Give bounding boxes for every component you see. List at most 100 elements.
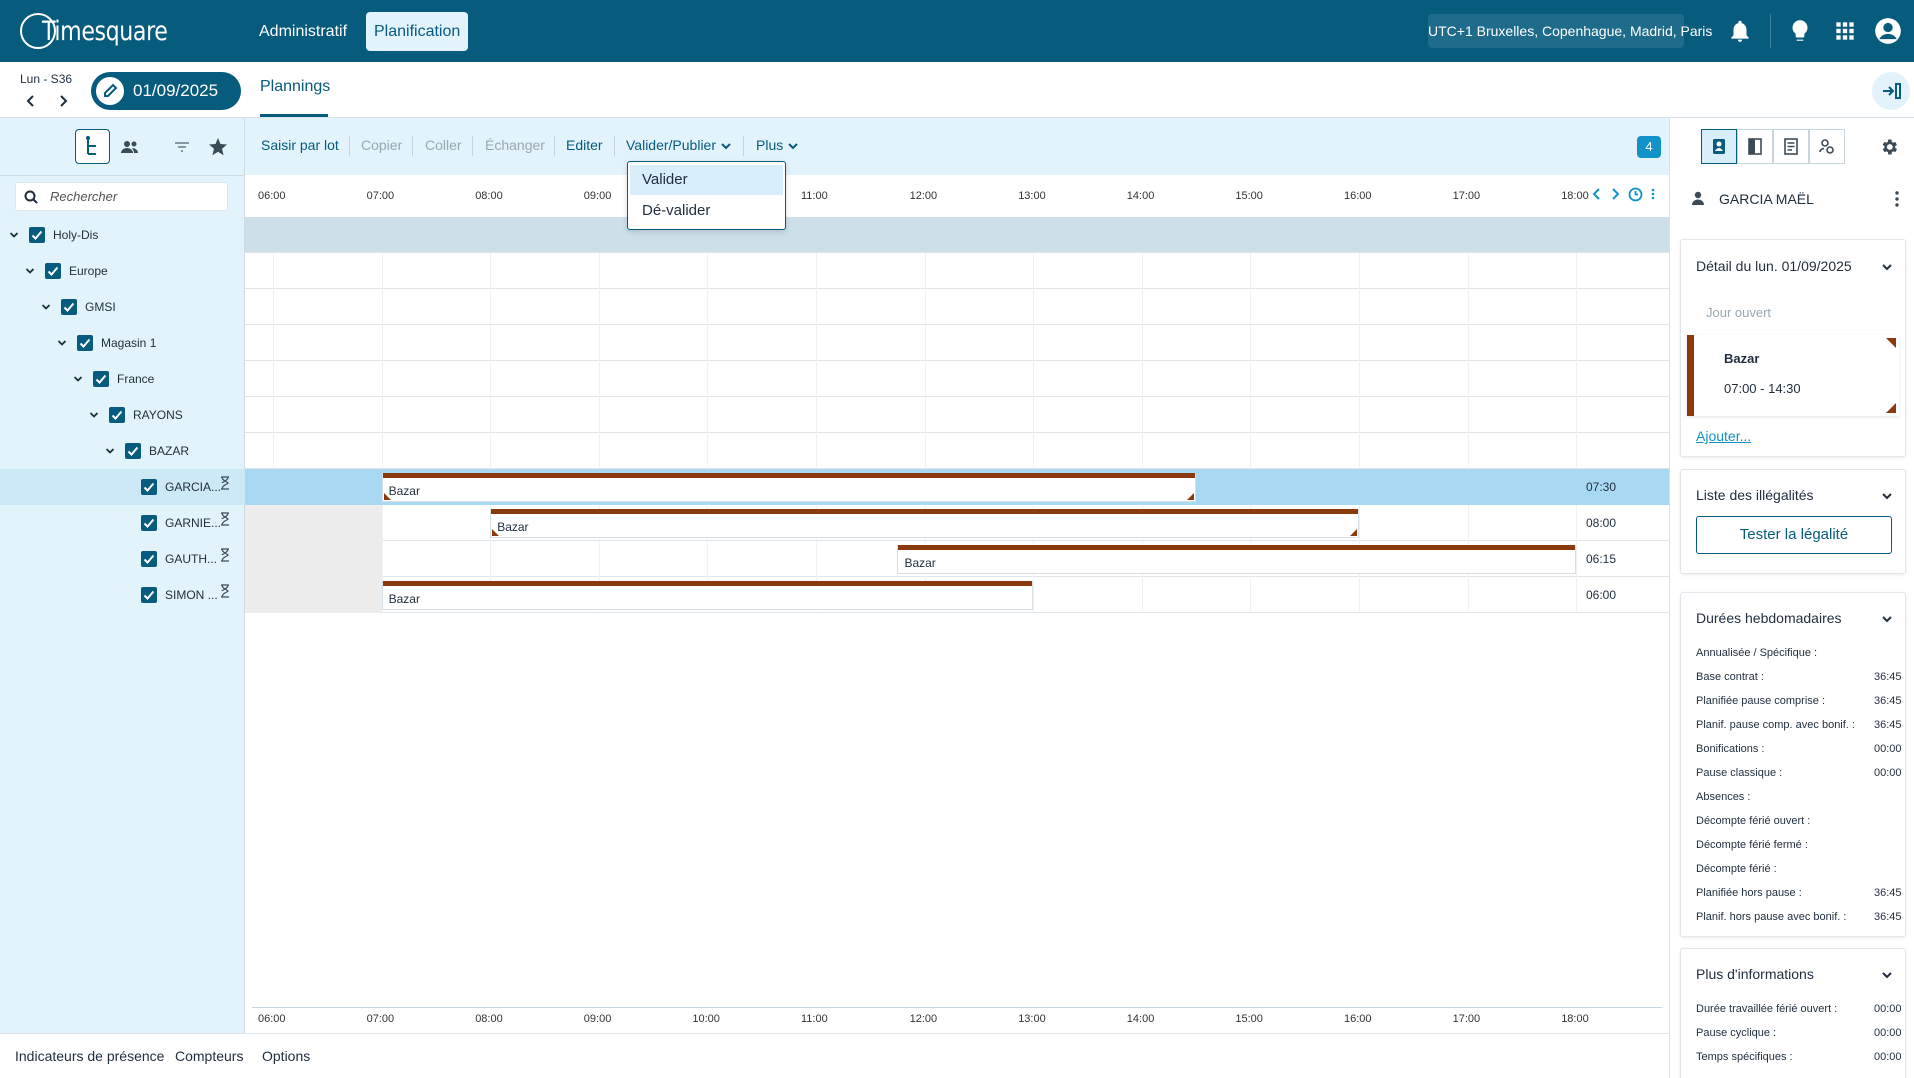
tree-checkbox[interactable] (93, 371, 109, 387)
chevron-right-icon[interactable] (54, 92, 72, 110)
plus-infos-title[interactable]: Plus d'informations (1696, 966, 1814, 982)
shift-bar[interactable]: Bazar (381, 473, 1197, 502)
tree-node[interactable]: RAYONS (0, 397, 245, 433)
employee-checkbox[interactable] (141, 551, 157, 567)
toolbar-separator (472, 136, 473, 156)
nav-administratif[interactable]: Administratif (251, 12, 355, 51)
jour-ouvert-label: Jour ouvert (1706, 305, 1772, 320)
user-account-icon[interactable] (1874, 17, 1902, 45)
stat-label: Planifiée hors pause : (1696, 887, 1802, 899)
nav-planification[interactable]: Planification (366, 12, 469, 51)
menu-item-valider[interactable]: Valider (630, 165, 783, 195)
star-icon[interactable] (206, 135, 230, 159)
clock-icon[interactable] (1628, 187, 1643, 202)
plus-dropdown[interactable]: Plus (756, 137, 799, 153)
tree-node[interactable]: BAZAR (0, 433, 245, 469)
chevron-down-icon[interactable] (104, 445, 116, 457)
lightbulb-icon[interactable] (1787, 18, 1813, 44)
employee-row[interactable]: SIMON ... (0, 577, 245, 613)
more-vertical-icon[interactable] (1650, 187, 1656, 201)
tree-checkbox[interactable] (125, 443, 141, 459)
bell-icon[interactable] (1727, 18, 1753, 44)
tree-node[interactable]: Europe (0, 253, 245, 289)
chevron-right-icon[interactable] (1608, 187, 1622, 201)
compteurs-button[interactable]: Compteurs (175, 1048, 243, 1064)
employee-checkbox[interactable] (141, 479, 157, 495)
timesquare-logo[interactable]: Timesquare (20, 11, 168, 51)
tree-node-label: France (117, 372, 155, 386)
chevron-down-icon[interactable] (1880, 260, 1894, 274)
employee-checkbox[interactable] (141, 515, 157, 531)
collapse-panel-button[interactable] (1872, 72, 1910, 110)
tree-checkbox[interactable] (109, 407, 125, 423)
employee-row[interactable]: GARNIE... (0, 505, 245, 541)
gear-icon[interactable] (1879, 137, 1899, 157)
tree-checkbox[interactable] (77, 335, 93, 351)
detail-title[interactable]: Détail du lun. 01/09/2025 (1696, 258, 1852, 274)
tab-split[interactable] (1737, 129, 1773, 164)
chevron-left-icon[interactable] (22, 92, 40, 110)
tree-node[interactable]: GMSI (0, 289, 245, 325)
durees-title[interactable]: Durées hebdomadaires (1696, 610, 1842, 626)
shift-bar[interactable]: Bazar (490, 509, 1359, 538)
people-icon[interactable] (118, 135, 142, 159)
tree-node[interactable]: France (0, 361, 245, 397)
grid-hour-line (381, 253, 383, 613)
tab-settings-people[interactable] (1809, 129, 1845, 164)
shift-bar[interactable]: Bazar (897, 545, 1577, 574)
shift-bar[interactable]: Bazar (381, 581, 1034, 610)
notification-count-badge[interactable]: 4 (1637, 136, 1661, 158)
shift-duration: 06:00 (1586, 588, 1617, 602)
axis-tick-label: 15:00 (1235, 1013, 1263, 1025)
copier-button[interactable]: Copier (361, 137, 402, 153)
employee-row[interactable]: GARCIA... (0, 469, 245, 505)
more-vertical-icon[interactable] (1893, 190, 1901, 208)
valider-publier-dropdown[interactable]: Valider/Publier (626, 137, 732, 153)
tab-plannings[interactable]: Plannings (260, 78, 330, 96)
chevron-down-icon[interactable] (24, 265, 36, 277)
ajouter-link[interactable]: Ajouter... (1696, 428, 1751, 444)
editer-button[interactable]: Editer (566, 137, 603, 153)
filter-icon[interactable] (170, 135, 194, 159)
chevron-down-icon[interactable] (1880, 489, 1894, 503)
saisir-par-lot-button[interactable]: Saisir par lot (261, 137, 339, 153)
chevron-down-icon[interactable] (56, 337, 68, 349)
illegalites-title[interactable]: Liste des illégalités (1696, 487, 1814, 503)
date-picker-button[interactable]: 01/09/2025 (91, 72, 241, 110)
chevron-down-icon[interactable] (88, 409, 100, 421)
toolbar-separator (743, 136, 744, 156)
chevron-down-icon[interactable] (8, 229, 20, 241)
options-button[interactable]: Options (262, 1048, 310, 1064)
tree-node[interactable]: Holy-Dis (0, 217, 245, 253)
detail-shift-time: 07:00 - 14:30 (1724, 381, 1801, 396)
coller-button[interactable]: Coller (425, 137, 462, 153)
tester-legalite-button[interactable]: Tester la légalité (1696, 516, 1892, 554)
grid-hour-line (707, 253, 709, 613)
detail-shift-card[interactable]: Bazar 07:00 - 14:30 (1687, 335, 1899, 416)
tab-employee[interactable] (1701, 129, 1737, 164)
tree-checkbox[interactable] (61, 299, 77, 315)
employee-checkbox[interactable] (141, 587, 157, 603)
tree-checkbox[interactable] (45, 263, 61, 279)
timezone-selector[interactable]: UTC+1 Bruxelles, Copenhague, Madrid, Par… (1428, 14, 1712, 48)
chevron-down-icon[interactable] (1880, 612, 1894, 626)
shift-label: Bazar (497, 520, 529, 534)
chevron-down-icon[interactable] (72, 373, 84, 385)
search-input[interactable] (50, 183, 220, 210)
apps-grid-icon[interactable] (1832, 18, 1858, 44)
shift-label: Bazar (388, 592, 420, 606)
chevron-down-icon[interactable] (1880, 968, 1894, 982)
tree-node[interactable]: Magasin 1 (0, 325, 245, 361)
employee-row[interactable]: GAUTH... (0, 541, 245, 577)
chevron-left-icon[interactable] (1590, 187, 1604, 201)
chevron-down-icon[interactable] (40, 301, 52, 313)
tree-checkbox[interactable] (29, 227, 45, 243)
tree-view-button[interactable] (75, 129, 110, 164)
tab-document[interactable] (1773, 129, 1809, 164)
indicateurs-presence-button[interactable]: Indicateurs de présence (15, 1048, 164, 1064)
stat-label: Pause classique : (1696, 767, 1783, 779)
chevron-down-icon (721, 143, 731, 150)
menu-item-devalider[interactable]: Dé-valider (630, 196, 783, 226)
echanger-button[interactable]: Échanger (485, 137, 545, 153)
logo-text: Timesquare (42, 16, 168, 47)
